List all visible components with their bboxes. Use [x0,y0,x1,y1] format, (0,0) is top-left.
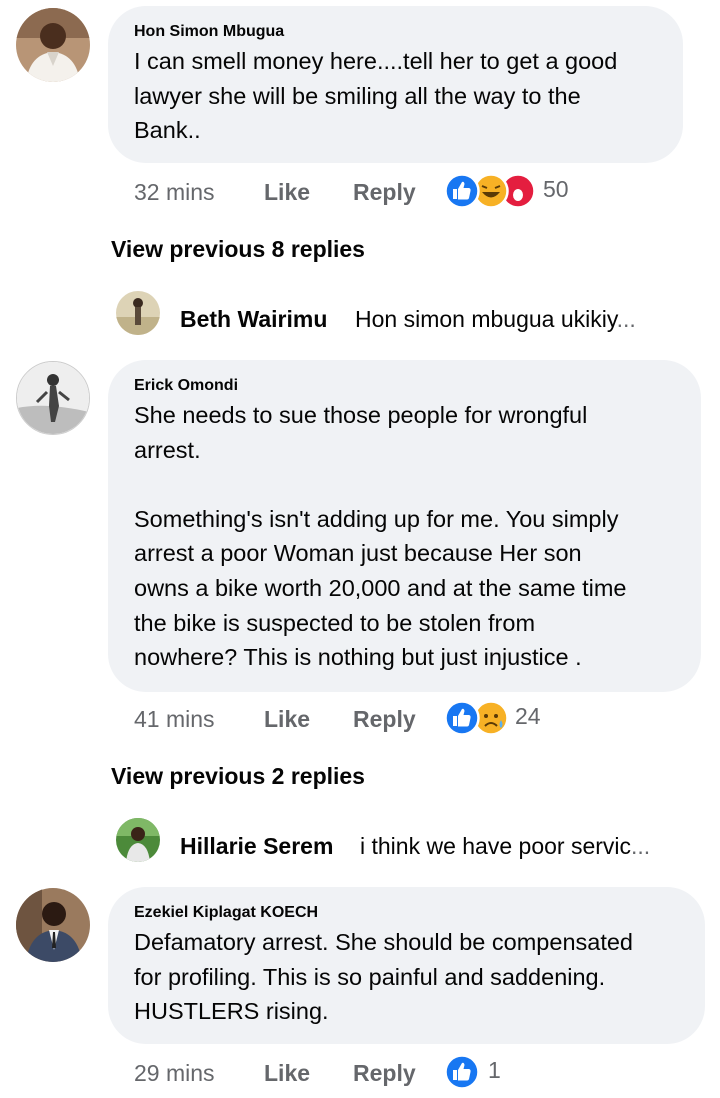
reply-author[interactable]: Beth Wairimu [180,306,327,333]
comment-timestamp[interactable]: 29 mins [134,1060,215,1087]
reply-snippet: Hon simon mbugua ukikiy... [355,306,636,332]
reply-button[interactable]: Reply [353,179,416,206]
comment-author[interactable]: Hon Simon Mbugua [134,23,284,41]
like-icon [444,173,480,209]
reply-author[interactable]: Hillarie Serem [180,833,333,860]
ellipsis: ... [631,833,651,859]
view-previous-replies[interactable]: View previous 2 replies [111,763,365,790]
ellipsis: ... [616,306,636,332]
comment-text: She needs to sue those people for wrongf… [134,402,627,671]
reaction-count[interactable]: 1 [488,1057,501,1084]
avatar-beth-wairimu[interactable] [116,291,160,335]
reactions-summary[interactable] [444,698,514,738]
avatar-erick-omondi[interactable] [16,361,90,435]
reactions-summary[interactable] [444,171,540,211]
like-icon [444,700,480,736]
view-previous-replies[interactable]: View previous 8 replies [111,236,365,263]
avatar-ezekiel-kiplagat-koech[interactable] [16,888,90,962]
reaction-count[interactable]: 24 [515,703,541,730]
like-button[interactable]: Like [264,179,310,206]
like-icon [444,1054,480,1090]
comment-text: Defamatory arrest. She should be compens… [134,929,633,1025]
like-button[interactable]: Like [264,706,310,733]
like-button[interactable]: Like [264,1060,310,1087]
comment-timestamp[interactable]: 32 mins [134,179,215,206]
comment-timestamp[interactable]: 41 mins [134,706,215,733]
avatar-hillarie-serem[interactable] [116,818,160,862]
reply-button[interactable]: Reply [353,706,416,733]
reaction-count[interactable]: 50 [543,176,569,203]
reply-snippet: i think we have poor servic... [360,833,651,859]
avatar-hon-simon-mbugua[interactable] [16,8,90,82]
comment-author[interactable]: Ezekiel Kiplagat KOECH [134,904,318,922]
comment-text: I can smell money here....tell her to ge… [134,48,618,144]
reply-button[interactable]: Reply [353,1060,416,1087]
reactions-summary[interactable] [444,1052,484,1092]
comment-author[interactable]: Erick Omondi [134,377,238,395]
